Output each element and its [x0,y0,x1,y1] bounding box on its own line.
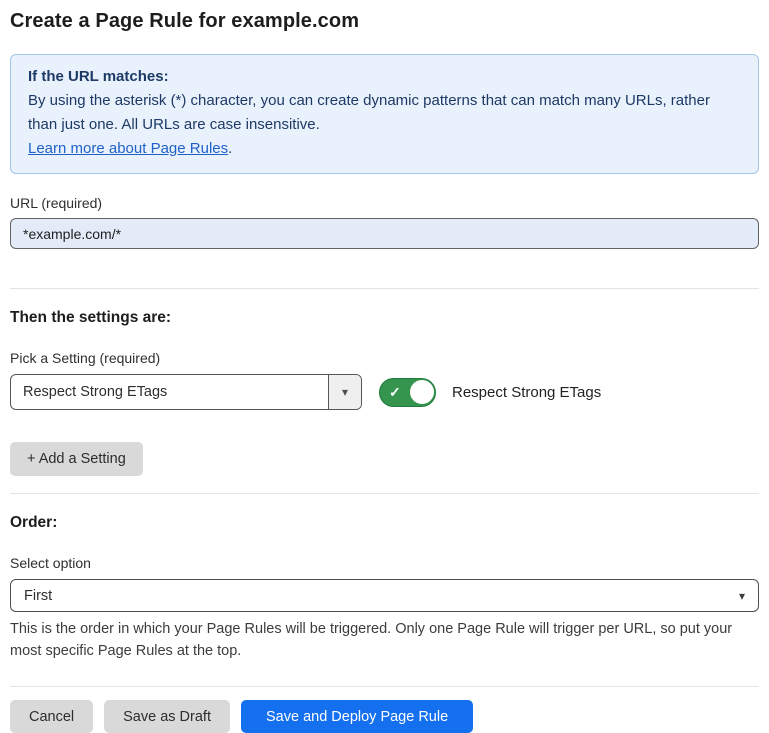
setting-toggle-label: Respect Strong ETags [452,384,601,401]
learn-more-link[interactable]: Learn more about Page Rules [28,140,228,157]
info-box-heading: If the URL matches: [28,65,741,89]
save-and-deploy-button[interactable]: Save and Deploy Page Rule [241,700,473,733]
check-icon: ✓ [389,385,401,399]
setting-row: Respect Strong ETags ▾ ✓ Respect Strong … [10,374,759,410]
form-actions: Cancel Save as Draft Save and Deploy Pag… [10,700,759,733]
order-help-text: This is the order in which your Page Rul… [10,618,759,662]
setting-dropdown-value: Respect Strong ETags [11,375,328,409]
settings-section-heading: Then the settings are: [10,309,759,327]
toggle-knob [410,380,434,404]
divider [10,686,759,687]
url-input[interactable] [10,218,759,249]
page-title: Create a Page Rule for example.com [10,10,759,33]
setting-dropdown[interactable]: Respect Strong ETags ▾ [10,374,362,410]
info-box-body: By using the asterisk (*) character, you… [28,89,741,137]
chevron-down-icon[interactable]: ▾ [328,375,361,409]
cancel-button[interactable]: Cancel [10,700,93,733]
info-box-link-line: Learn more about Page Rules. [28,137,741,161]
order-dropdown[interactable]: First ▾ [10,579,759,612]
url-match-info-box: If the URL matches: By using the asteris… [10,54,759,174]
link-suffix: . [228,140,232,157]
order-select-label: Select option [10,555,759,571]
divider [10,288,759,289]
chevron-down-icon: ▾ [739,589,745,603]
divider [10,493,759,494]
order-section-heading: Order: [10,514,759,532]
order-dropdown-value: First [24,588,52,604]
page-rule-form: Create a Page Rule for example.com If th… [0,0,769,733]
setting-picker-label: Pick a Setting (required) [10,350,759,366]
setting-toggle[interactable]: ✓ [379,378,436,407]
add-setting-button[interactable]: + Add a Setting [10,442,143,476]
url-field-label: URL (required) [10,195,759,211]
save-as-draft-button[interactable]: Save as Draft [104,700,230,733]
